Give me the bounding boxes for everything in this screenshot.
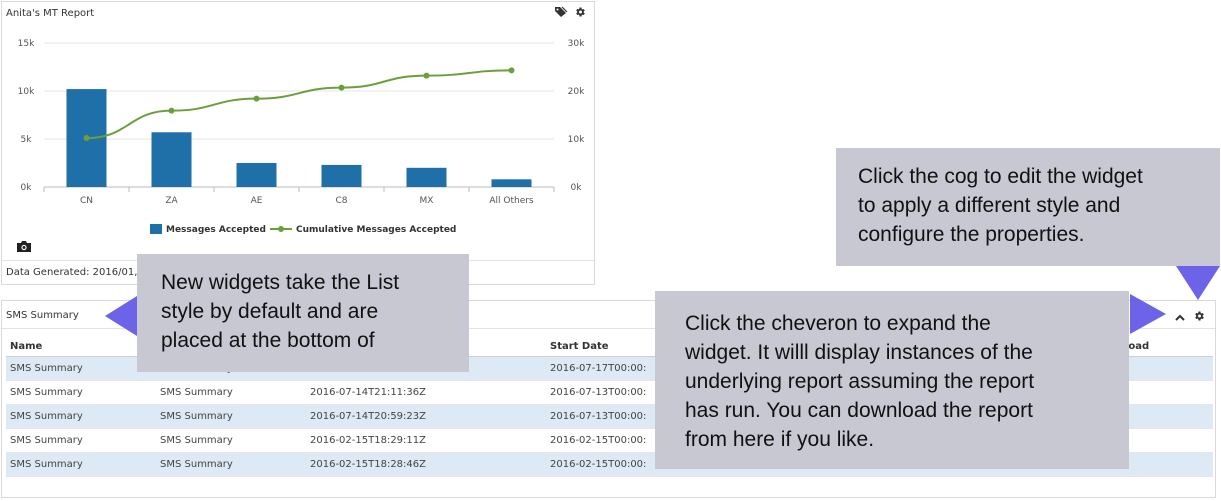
callout-line: Click the cheveron to expand the bbox=[685, 312, 991, 335]
table-cell: SMS Summary bbox=[6, 404, 156, 429]
table-cell bbox=[1121, 452, 1213, 477]
callout-line: placed at the bottom of bbox=[161, 329, 375, 352]
callout-line: style by default and are bbox=[161, 300, 379, 323]
x-axis-tick-label: C8 bbox=[335, 196, 347, 206]
camera-icon[interactable] bbox=[16, 238, 32, 257]
y-axis-right-tick: 30k bbox=[568, 39, 585, 49]
tag-icon[interactable] bbox=[554, 6, 568, 18]
y-axis-right-tick: 20k bbox=[568, 87, 585, 97]
table-cell: SMS Summary bbox=[6, 356, 156, 381]
x-axis-tick-label: ZA bbox=[165, 196, 178, 206]
table-cell: SMS Summary bbox=[6, 380, 156, 405]
report-widget: Anita's MT Report 0k 5k 10k 15k 0k 10k 20k 30k C… bbox=[1, 1, 595, 285]
data-generated-label: Data Generated: 2016/01, bbox=[6, 267, 138, 278]
callout-list-style: New widgets take the List style by defau… bbox=[137, 254, 469, 372]
callout-line: underlying report assuming the report bbox=[685, 370, 1035, 393]
legend-swatch-point bbox=[278, 226, 284, 232]
callout-line: Click the cog to edit the widget bbox=[858, 165, 1143, 188]
chevron-up-icon[interactable] bbox=[1175, 307, 1185, 326]
table-cell bbox=[1121, 356, 1213, 381]
table-cell bbox=[1121, 428, 1213, 453]
line-point bbox=[338, 84, 345, 91]
list-widget-icons bbox=[1175, 307, 1205, 326]
table-cell: 2016-02-15T18:29:11Z bbox=[306, 428, 546, 453]
callout-line: New widgets take the List bbox=[161, 271, 400, 294]
messages-chart: 0k 5k 10k 15k 0k 10k 20k 30k CN ZA AE C8 MX All Other… bbox=[18, 39, 585, 235]
line-point bbox=[83, 135, 90, 142]
callout-arrow-right bbox=[1130, 294, 1166, 334]
callout-arrow-left bbox=[105, 296, 137, 336]
table-cell: SMS Summary bbox=[156, 428, 306, 453]
callout-line: to apply a different style and bbox=[858, 194, 1121, 217]
y-axis-left-tick: 0k bbox=[21, 183, 33, 193]
x-axis-tick-label: MX bbox=[420, 196, 434, 206]
y-axis-right-tick: 10k bbox=[568, 135, 585, 145]
bar bbox=[151, 132, 192, 187]
table-cell: 2016-07-14T21:11:36Z bbox=[306, 380, 546, 405]
table-cell: SMS Summary bbox=[156, 404, 306, 429]
y-axis-left-tick: 15k bbox=[18, 39, 35, 49]
column-header[interactable]: Name bbox=[6, 337, 156, 357]
callout-chevron: Click the cheveron to expand the widget.… bbox=[655, 291, 1129, 469]
callout-line: has run. You can download the report bbox=[685, 399, 1033, 422]
legend-swatch-bar bbox=[150, 224, 162, 234]
callout-line: from here if you like. bbox=[685, 428, 875, 451]
y-axis-left-tick: 10k bbox=[18, 87, 35, 97]
legend-label: Messages Accepted bbox=[166, 225, 266, 235]
widget-title: Anita's MT Report bbox=[6, 8, 95, 19]
widget-header: Anita's MT Report bbox=[2, 2, 594, 26]
line-point bbox=[253, 95, 260, 102]
table-cell: SMS Summary bbox=[6, 428, 156, 453]
table-cell: 2016-07-14T20:59:23Z bbox=[306, 404, 546, 429]
y-axis-left-tick: 5k bbox=[21, 135, 33, 145]
line-point bbox=[423, 72, 430, 79]
x-axis-tick-label: CN bbox=[80, 196, 93, 206]
legend-label: Cumulative Messages Accepted bbox=[296, 225, 456, 235]
table-cell bbox=[1121, 404, 1213, 429]
y-axis-right-tick: 0k bbox=[571, 183, 583, 193]
cumulative-line bbox=[86, 69, 512, 140]
bar bbox=[321, 164, 362, 187]
gear-icon[interactable] bbox=[1193, 307, 1205, 326]
table-cell bbox=[1121, 380, 1213, 405]
callout-cog: Click the cog to edit the widget to appl… bbox=[836, 148, 1220, 266]
list-widget-title: SMS Summary bbox=[6, 310, 79, 321]
bar bbox=[236, 163, 277, 187]
callout-arrow-down bbox=[1176, 266, 1220, 300]
table-cell: SMS Summary bbox=[6, 452, 156, 477]
x-axis-tick-label: AE bbox=[251, 196, 263, 206]
table-cell: SMS Summary bbox=[156, 380, 306, 405]
gear-icon[interactable] bbox=[574, 6, 586, 18]
bar bbox=[406, 167, 447, 187]
bar bbox=[491, 179, 532, 187]
x-axis-tick-label: All Others bbox=[489, 196, 534, 206]
line-point bbox=[168, 107, 175, 114]
table-cell: 2016-02-15T18:28:46Z bbox=[306, 452, 546, 477]
table-cell: SMS Summary bbox=[156, 452, 306, 477]
column-header[interactable]: load bbox=[1121, 337, 1213, 357]
line-point bbox=[508, 67, 515, 74]
callout-line: configure the properties. bbox=[858, 223, 1085, 246]
callout-line: widget. It willl display instances of th… bbox=[685, 341, 1033, 364]
widget-header-icons bbox=[554, 6, 586, 18]
